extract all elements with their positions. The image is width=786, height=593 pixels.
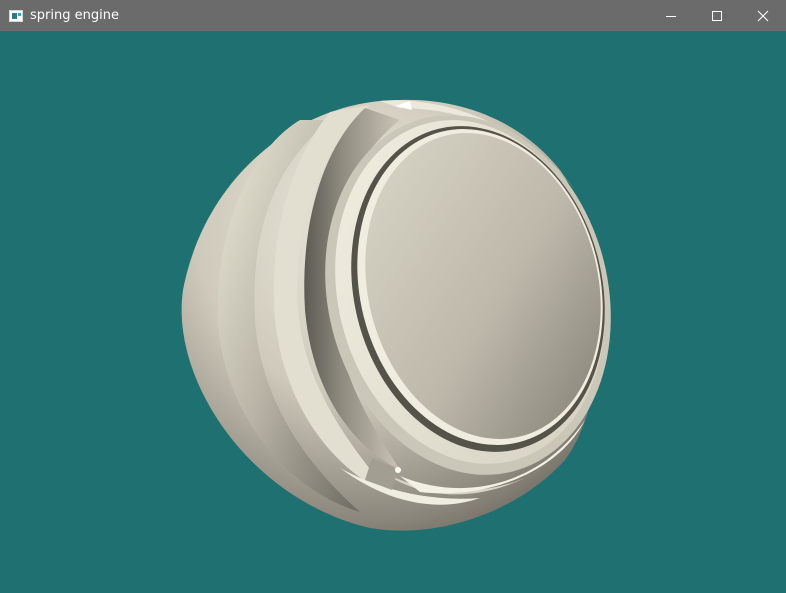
render-viewport[interactable]: [0, 31, 786, 593]
minimize-button[interactable]: [648, 0, 694, 31]
close-button[interactable]: [740, 0, 786, 31]
minimize-icon: [666, 15, 676, 17]
close-icon: [757, 10, 769, 21]
window-controls: [648, 0, 786, 31]
window-title: spring engine: [30, 8, 119, 23]
app-window: spring engine: [0, 0, 786, 593]
maximize-button[interactable]: [694, 0, 740, 31]
rendered-3d-model: [181, 99, 611, 531]
app-window-icon: [9, 9, 23, 22]
title-bar[interactable]: spring engine: [0, 0, 786, 31]
maximize-icon: [712, 10, 722, 21]
